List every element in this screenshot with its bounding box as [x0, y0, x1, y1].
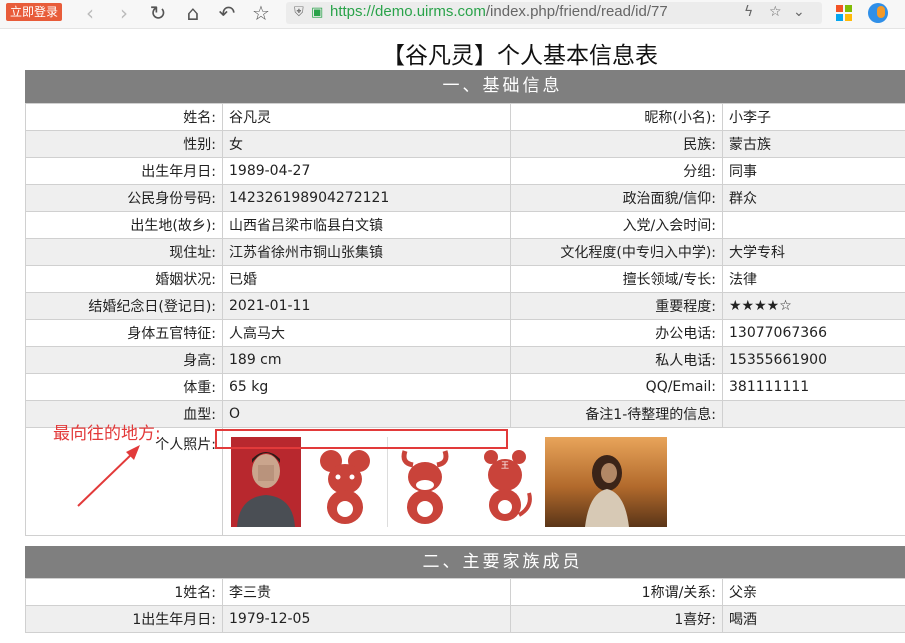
lock-icon: ▣ — [311, 5, 324, 20]
forward-icon[interactable]: › — [112, 1, 136, 25]
table-row: 身体五官特征: 人高马大 办公电话: 13077067366 — [25, 319, 905, 347]
portrait-photo[interactable] — [231, 437, 301, 527]
home-icon[interactable]: ⌂ — [181, 1, 205, 25]
field-label: 政治面貌/信仰: — [510, 184, 723, 212]
field-value: 山西省吕梁市临县白文镇 — [222, 211, 511, 239]
field-value: 江苏省徐州市铜山张集镇 — [222, 238, 511, 266]
reload-icon[interactable]: ↻ — [146, 1, 170, 25]
field-label: QQ/Email: — [510, 373, 723, 401]
field-value: 女 — [222, 130, 511, 158]
field-value: 2021-01-11 — [222, 292, 511, 320]
table-row: 出生年月日: 1989-04-27 分组: 同事 — [25, 157, 905, 185]
login-button[interactable]: 立即登录 — [6, 3, 62, 21]
table-row: 婚姻状况: 已婚 擅长领域/专长: 法律 — [25, 265, 905, 293]
field-value: 父亲 — [722, 578, 905, 606]
field-value: 381111111 — [722, 373, 905, 401]
field-label: 1称谓/关系: — [510, 578, 723, 606]
tiger-zodiac-image[interactable]: 王 — [475, 437, 535, 527]
url-text: https://demo.uirms.com/index.php/friend/… — [330, 3, 668, 20]
field-value: 15355661900 — [722, 346, 905, 374]
browser-toolbar: 立即登录 ‹ › ↻ ⌂ ↶ ☆ ⛨ ▣ https://demo.uirms.… — [0, 0, 905, 29]
field-value: 谷凡灵 — [222, 103, 511, 131]
basic-info-table: 姓名: 谷凡灵 昵称(小名): 小李子 性别: 女民族: 蒙古族 出生年月日: 1989-04-… — [25, 103, 905, 536]
field-value: O — [222, 400, 511, 428]
section-header-basic: 一、基础信息 — [25, 70, 905, 103]
field-label: 1出生年月日: — [25, 605, 223, 633]
field-label: 分组: — [510, 157, 723, 185]
field-label: 结婚纪念日(登记日): — [25, 292, 223, 320]
field-label: 私人电话: — [510, 346, 723, 374]
landscape-photo[interactable] — [545, 437, 667, 527]
field-value: 大学专科 — [722, 238, 905, 266]
page-title: 【谷凡灵】个人基本信息表 — [382, 43, 658, 69]
field-label: 公民身份号码: — [25, 184, 223, 212]
table-row: 公民身份号码: 142326198904272121 政治面貌/信仰: 群众 — [25, 184, 905, 212]
field-value: 群众 — [722, 184, 905, 212]
field-label: 擅长领域/专长: — [510, 265, 723, 293]
section-header-family: 二、主要家族成员 — [25, 546, 905, 579]
field-value — [722, 400, 905, 428]
field-value: 李三贵 — [222, 578, 511, 606]
family-table: 1姓名: 李三贵 1称谓/关系: 父亲 1出生年月日: 1979-12-05 1喜好: 喝酒 — [25, 578, 905, 633]
rat-zodiac-image[interactable] — [315, 437, 375, 527]
field-value: 人高马大 — [222, 319, 511, 347]
field-value: 65 kg — [222, 373, 511, 401]
extension-icon[interactable] — [868, 3, 888, 23]
field-label: 体重: — [25, 373, 223, 401]
table-row: 身高: 189 cm 私人电话: 15355661900 — [25, 346, 905, 374]
field-value: 法律 — [722, 265, 905, 293]
field-value: 小李子 — [722, 103, 905, 131]
field-label: 1姓名: — [25, 578, 223, 606]
field-label: 性别: — [25, 130, 223, 158]
field-label: 入党/入会时间: — [510, 211, 723, 239]
field-value: 蒙古族 — [722, 130, 905, 158]
field-label: 身高: — [25, 346, 223, 374]
star-icon[interactable]: ☆ — [249, 1, 273, 25]
field-label: 备注1-待整理的信息: — [510, 400, 723, 428]
field-label: 出生年月日: — [25, 157, 223, 185]
field-label: 办公电话: — [510, 319, 723, 347]
field-value: 1979-12-05 — [222, 605, 511, 633]
field-label: 民族: — [510, 130, 723, 158]
shield-icon: ⛨ — [294, 5, 304, 20]
table-row: 出生地(故乡): 山西省吕梁市临县白文镇 入党/入会时间: — [25, 211, 905, 239]
table-row: 1姓名: 李三贵 1称谓/关系: 父亲 — [25, 578, 905, 606]
bolt-icon[interactable]: ϟ — [744, 4, 753, 20]
annotation-arrow — [77, 445, 140, 507]
field-value — [722, 211, 905, 239]
field-value: 1989-04-27 — [222, 157, 511, 185]
field-label: 昵称(小名): — [510, 103, 723, 131]
field-value: 13077067366 — [722, 319, 905, 347]
table-row: 姓名: 谷凡灵 昵称(小名): 小李子 — [25, 103, 905, 131]
table-row: 1出生年月日: 1979-12-05 1喜好: 喝酒 — [25, 605, 905, 633]
field-value: 已婚 — [222, 265, 511, 293]
annotation-box — [215, 429, 508, 449]
field-value: ★★★★☆ — [722, 292, 905, 320]
table-row: 结婚纪念日(登记日): 2021-01-11 重要程度: ★★★★☆ — [25, 292, 905, 320]
field-label: 文化程度(中专归入中学): — [510, 238, 723, 266]
back-icon[interactable]: ‹ — [78, 1, 102, 25]
field-value: 喝酒 — [722, 605, 905, 633]
undo-icon[interactable]: ↶ — [215, 1, 239, 25]
field-label: 现住址: — [25, 238, 223, 266]
apps-grid-icon[interactable] — [836, 5, 852, 21]
field-label: 姓名: — [25, 103, 223, 131]
field-value: 142326198904272121 — [222, 184, 511, 212]
svg-text:王: 王 — [501, 461, 509, 470]
address-bar[interactable]: ⛨ ▣ https://demo.uirms.com/index.php/fri… — [286, 2, 822, 24]
field-label: 婚姻状况: — [25, 265, 223, 293]
favorite-icon[interactable]: ☆ — [769, 4, 782, 20]
field-label: 出生地(故乡): — [25, 211, 223, 239]
field-value: 同事 — [722, 157, 905, 185]
table-row: 体重: 65 kg QQ/Email: 381111111 — [25, 373, 905, 401]
field-label: 重要程度: — [510, 292, 723, 320]
table-row: 现住址: 江苏省徐州市铜山张集镇 文化程度(中专归入中学): 大学专科 — [25, 238, 905, 266]
field-label: 1喜好: — [510, 605, 723, 633]
table-row: 性别: 女民族: 蒙古族 — [25, 130, 905, 158]
field-value: 189 cm — [222, 346, 511, 374]
chevron-down-icon[interactable]: ⌄ — [793, 4, 805, 20]
field-label: 身体五官特征: — [25, 319, 223, 347]
ox-zodiac-image[interactable] — [395, 437, 455, 527]
